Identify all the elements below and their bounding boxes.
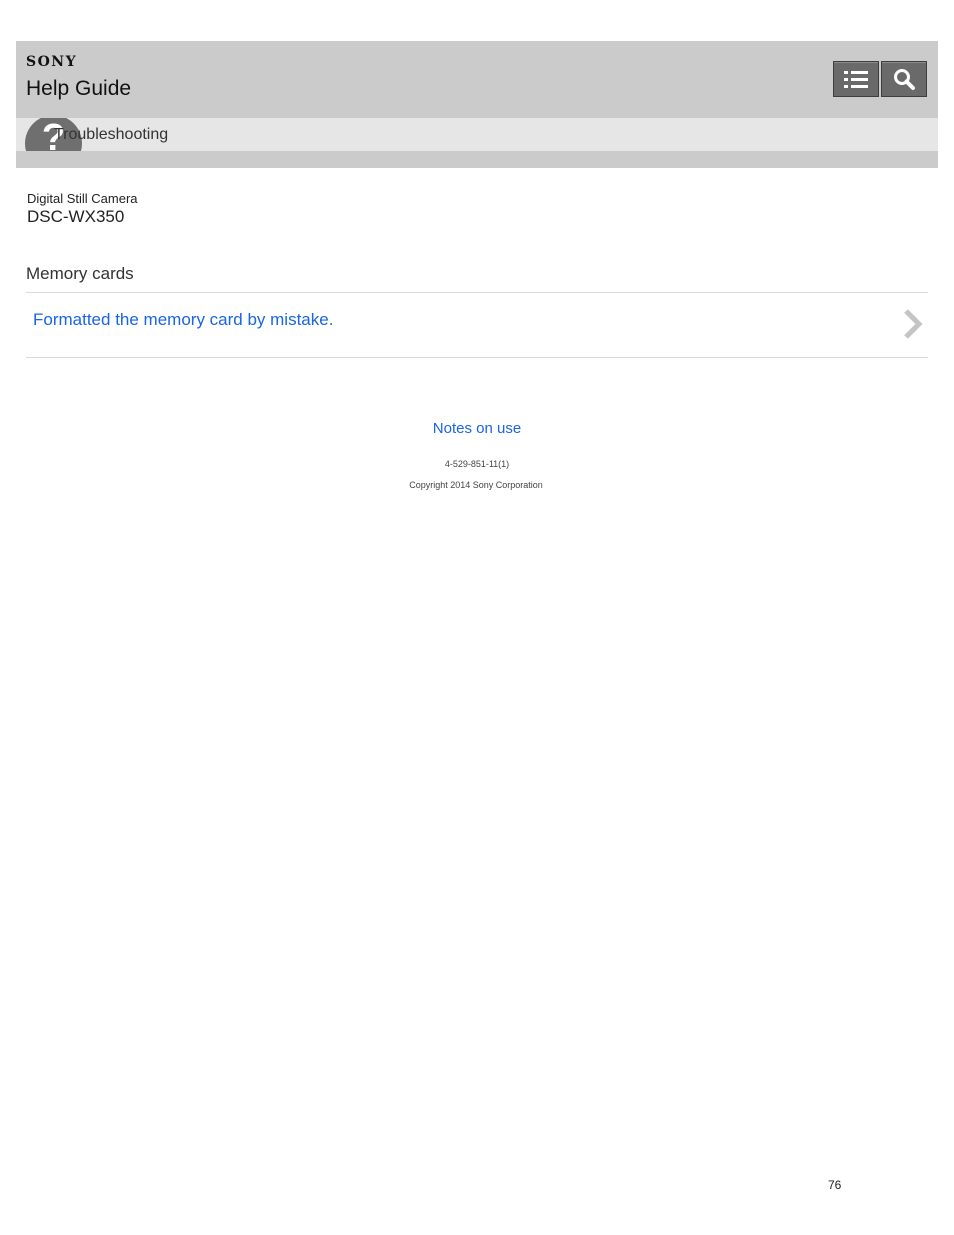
chevron-right-icon: [904, 309, 923, 339]
topic-link-row[interactable]: Formatted the memory card by mistake.: [26, 293, 928, 357]
header-banner: SONY Help Guide ? Troubleshooting: [16, 41, 938, 168]
topic-link[interactable]: Formatted the memory card by mistake.: [33, 310, 333, 330]
document-number: 4-529-851-11(1): [444, 459, 510, 469]
search-button[interactable]: [881, 61, 927, 97]
sony-logo: SONY: [26, 54, 78, 70]
category-bar: ? Troubleshooting: [16, 118, 938, 151]
page-title: Help Guide: [26, 77, 132, 100]
category-label: Troubleshooting: [54, 126, 169, 143]
toc-button[interactable]: [833, 61, 879, 97]
product-model: DSC-WX350: [27, 207, 125, 226]
search-icon: [894, 69, 915, 90]
list-icon: [844, 71, 868, 88]
copyright-text: Copyright 2014 Sony Corporation: [409, 480, 543, 490]
divider-bottom: [26, 357, 928, 358]
product-type: Digital Still Camera: [27, 191, 138, 206]
section-heading: Memory cards: [26, 264, 134, 283]
page-number: 76: [828, 1178, 842, 1192]
notes-on-use-link[interactable]: Notes on use: [0, 420, 954, 437]
